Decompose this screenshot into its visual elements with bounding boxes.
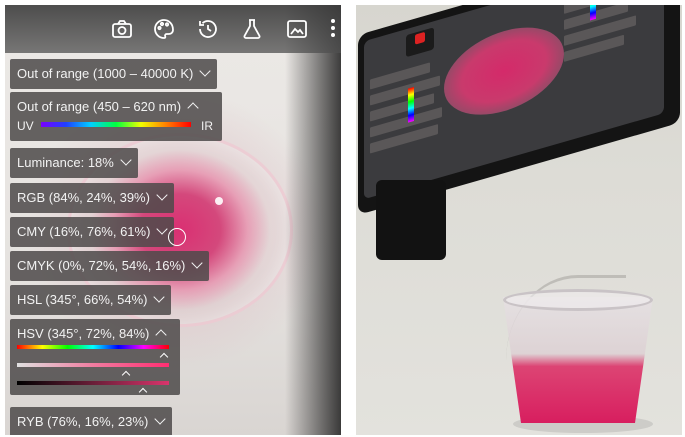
rgb-chip[interactable]: RGB (84%, 24%, 39%)	[10, 183, 174, 213]
hue-slider[interactable]	[17, 345, 169, 349]
chevron-down-icon	[154, 413, 166, 425]
plastic-cup	[503, 289, 653, 433]
chevron-down-icon	[153, 291, 166, 303]
hsl-chip[interactable]: HSL (345°, 66%, 54%)	[10, 285, 172, 315]
cmyk-label: CMYK (0%, 72%, 54%, 16%)	[17, 258, 186, 273]
color-picker-reticle[interactable]	[168, 228, 186, 246]
ryb-label: RYB (76%, 16%, 23%)	[17, 414, 149, 429]
uv-label: UV	[17, 119, 34, 133]
chevron-up-icon	[187, 102, 199, 114]
chevron-down-icon	[191, 257, 204, 269]
cmy-label: CMY (16%, 76%, 61%)	[17, 224, 151, 239]
rgb-label: RGB (84%, 24%, 39%)	[17, 190, 150, 205]
ir-label: IR	[201, 119, 213, 133]
setup-photo	[356, 5, 682, 435]
chevron-down-icon	[156, 189, 168, 201]
hsv-label: HSV (345°, 72%, 84%)	[17, 326, 150, 341]
value-marker[interactable]	[138, 387, 148, 397]
phone-screenshot: Out of range (1000 – 40000 K) Out of ran…	[5, 5, 341, 435]
hue-marker[interactable]	[159, 352, 169, 362]
glare-highlight	[215, 197, 223, 205]
history-icon[interactable]	[196, 17, 220, 41]
saturation-marker[interactable]	[121, 370, 131, 380]
wavelength-label: Out of range (450 – 620 nm)	[17, 99, 182, 114]
wavelength-chip[interactable]: Out of range (450 – 620 nm) UV IR	[10, 92, 222, 141]
luminance-label: Luminance: 18%	[17, 155, 114, 170]
camera-icon[interactable]	[110, 17, 134, 41]
chevron-down-icon	[120, 154, 132, 166]
flask-icon[interactable]	[240, 17, 264, 41]
chevron-down-icon	[199, 65, 212, 77]
cup-body	[503, 297, 653, 423]
cmyk-chip[interactable]: CMYK (0%, 72%, 54%, 16%)	[10, 251, 210, 281]
cup-rim	[503, 289, 653, 311]
ryb-chip[interactable]: RYB (76%, 16%, 23%)	[10, 407, 173, 435]
image-icon[interactable]	[285, 17, 309, 41]
screen-cup-image	[444, 13, 564, 129]
palette-icon[interactable]	[152, 17, 176, 41]
cmy-chip[interactable]: CMY (16%, 76%, 61%)	[10, 217, 175, 247]
chevron-down-icon	[156, 223, 169, 235]
hsl-label: HSL (345°, 66%, 54%)	[17, 292, 148, 307]
app-toolbar	[5, 5, 341, 53]
mini-spectrum-bar	[590, 5, 596, 21]
shadow-edge	[285, 5, 341, 435]
hsv-chip[interactable]: HSV (345°, 72%, 84%)	[10, 319, 180, 397]
luminance-chip[interactable]: Luminance: 18%	[10, 148, 138, 178]
saturation-slider[interactable]	[17, 363, 169, 367]
value-slider[interactable]	[17, 381, 169, 385]
kelvin-label: Out of range (1000 – 40000 K)	[17, 66, 194, 81]
spectrum-bar	[41, 122, 191, 127]
more-vertical-icon[interactable]	[331, 19, 337, 39]
kelvin-chip[interactable]: Out of range (1000 – 40000 K)	[10, 59, 218, 89]
chevron-up-icon	[155, 329, 168, 341]
mini-spectrum-bar	[408, 86, 414, 123]
phone-mount	[376, 180, 446, 260]
